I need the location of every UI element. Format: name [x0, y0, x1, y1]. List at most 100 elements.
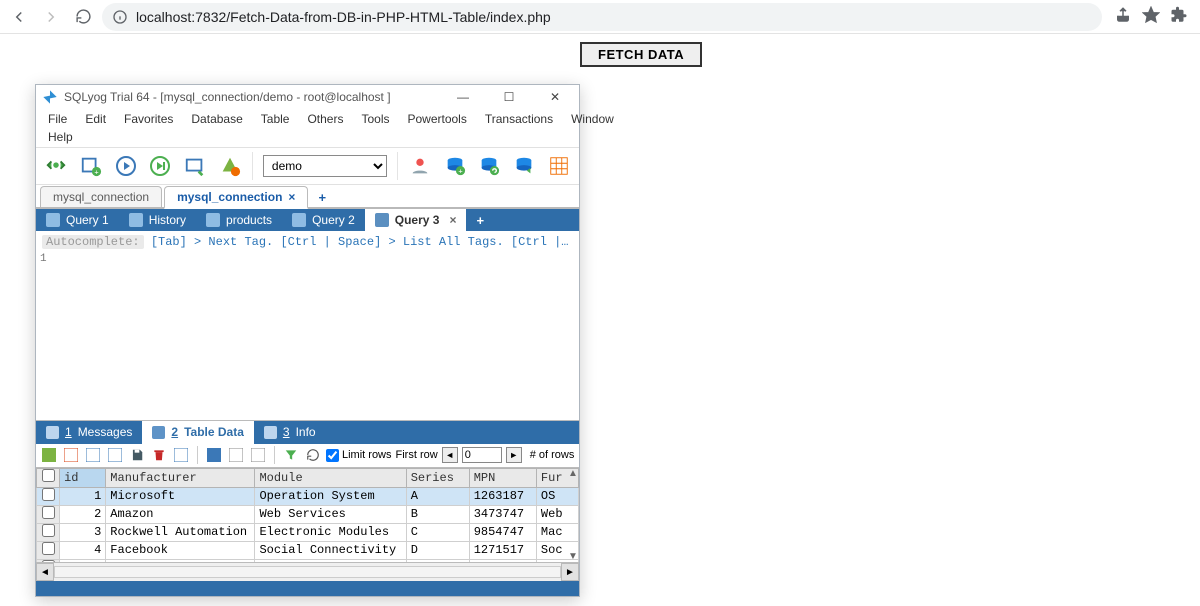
view-grid-icon[interactable]: [205, 446, 223, 464]
grid-tool-icon[interactable]: [40, 446, 58, 464]
table-row[interactable]: 1MicrosoftOperation SystemA1263187OS: [37, 487, 579, 505]
tab-icon: [129, 213, 143, 227]
sql-editor[interactable]: Autocomplete: [Tab] > Next Tag. [Ctrl | …: [36, 231, 579, 421]
query-tab[interactable]: Query 3×: [365, 209, 467, 231]
column-header[interactable]: MPN: [469, 468, 536, 487]
menubar-row2: Help: [36, 128, 579, 147]
hscroll-right-button[interactable]: ►: [561, 563, 579, 581]
autocomplete-hint: Autocomplete: [Tab] > Next Tag. [Ctrl | …: [36, 231, 579, 253]
close-icon[interactable]: ×: [288, 190, 295, 204]
result-tab[interactable]: 1 Messages: [36, 421, 142, 443]
menu-tools[interactable]: Tools: [353, 110, 397, 128]
result-tabs: 1 Messages2 Table Data3 Info: [36, 421, 579, 443]
svg-text:+: +: [94, 167, 98, 176]
row-checkbox[interactable]: [42, 560, 55, 564]
view-text-icon[interactable]: [249, 446, 267, 464]
add-query-tab-button[interactable]: +: [466, 213, 494, 228]
add-connection-button[interactable]: +: [310, 187, 334, 208]
tab-label: products: [226, 213, 272, 227]
tab-icon: [375, 213, 389, 227]
table-row[interactable]: 2AmazonWeb ServicesB3473747Web: [37, 505, 579, 523]
filter-icon[interactable]: [282, 446, 300, 464]
refresh-grid-icon[interactable]: [304, 446, 322, 464]
refresh-icon[interactable]: [183, 153, 208, 179]
extensions-icon[interactable]: [1170, 6, 1188, 27]
select-all-checkbox[interactable]: [42, 469, 55, 482]
result-grid[interactable]: idManufacturerModuleSeriesMPNFur1Microso…: [36, 468, 579, 564]
db-add-icon[interactable]: +: [442, 153, 467, 179]
connection-tab[interactable]: mysql_connection×: [164, 186, 308, 209]
view-form-icon[interactable]: [227, 446, 245, 464]
grid-icon[interactable]: [546, 153, 571, 179]
fetch-data-button[interactable]: FETCH DATA: [580, 42, 702, 67]
close-icon[interactable]: ×: [449, 213, 456, 227]
query-tab[interactable]: Query 1: [36, 209, 119, 231]
window-minimize-button[interactable]: —: [445, 90, 481, 104]
menu-file[interactable]: File: [40, 110, 75, 128]
db-sync-icon[interactable]: [512, 153, 537, 179]
column-header[interactable]: id: [60, 468, 106, 487]
site-info-icon[interactable]: [112, 9, 128, 25]
firstrow-input[interactable]: [462, 447, 502, 463]
url-bar[interactable]: localhost:7832/Fetch-Data-from-DB-in-PHP…: [102, 3, 1102, 31]
titlebar[interactable]: SQLyog Trial 64 - [mysql_connection/demo…: [36, 85, 579, 109]
menu-database[interactable]: Database: [183, 110, 250, 128]
new-tab-icon[interactable]: +: [79, 153, 104, 179]
query-tab[interactable]: products: [196, 209, 282, 231]
query-tab[interactable]: Query 2: [282, 209, 365, 231]
row-checkbox[interactable]: [42, 524, 55, 537]
column-header[interactable]: Series: [406, 468, 469, 487]
limit-rows-checkbox[interactable]: Limit rows: [326, 449, 392, 462]
tab-label: Query 2: [312, 213, 355, 227]
execute-query-icon[interactable]: [113, 153, 138, 179]
firstrow-next-button[interactable]: ►: [506, 447, 522, 463]
nav-forward-button[interactable]: [38, 4, 64, 30]
firstrow-prev-button[interactable]: ◄: [442, 447, 458, 463]
menu-others[interactable]: Others: [299, 110, 351, 128]
table-row[interactable]: 3Rockwell AutomationElectronic ModulesC9…: [37, 523, 579, 541]
tab-icon: [46, 426, 59, 439]
vertical-scrollbar[interactable]: ▲▼: [567, 468, 579, 563]
nav-reload-button[interactable]: [70, 4, 96, 30]
window-close-button[interactable]: ✕: [537, 90, 573, 104]
table-row[interactable]: 5GoogleSearch EngineE6372673Sea: [37, 559, 579, 563]
grid-tool-icon[interactable]: [106, 446, 124, 464]
table-row[interactable]: 4FacebookSocial ConnectivityD1271517Soc: [37, 541, 579, 559]
connection-tab[interactable]: mysql_connection: [40, 186, 162, 207]
result-tab[interactable]: 2 Table Data: [142, 421, 253, 443]
menubar: FileEditFavoritesDatabaseTableOthersTool…: [36, 109, 579, 128]
tab-icon: [264, 426, 277, 439]
menu-edit[interactable]: Edit: [77, 110, 114, 128]
nav-back-button[interactable]: [6, 4, 32, 30]
row-checkbox[interactable]: [42, 506, 55, 519]
export-icon[interactable]: [172, 446, 190, 464]
result-grid-wrap: idManufacturerModuleSeriesMPNFur1Microso…: [36, 468, 579, 564]
execute-all-icon[interactable]: [148, 153, 173, 179]
db-refresh-icon[interactable]: [477, 153, 502, 179]
row-checkbox[interactable]: [42, 488, 55, 501]
share-icon[interactable]: [1114, 6, 1132, 27]
hscroll-left-button[interactable]: ◄: [36, 563, 54, 581]
column-header[interactable]: Module: [255, 468, 406, 487]
menu-table[interactable]: Table: [253, 110, 298, 128]
column-header[interactable]: Manufacturer: [106, 468, 255, 487]
query-tab[interactable]: History: [119, 209, 196, 231]
user-icon[interactable]: [408, 153, 433, 179]
menu-transactions[interactable]: Transactions: [477, 110, 561, 128]
menu-powertools[interactable]: Powertools: [399, 110, 474, 128]
plug-connect-icon[interactable]: [44, 153, 69, 179]
grid-tool-icon[interactable]: [84, 446, 102, 464]
bookmark-star-icon[interactable]: [1142, 6, 1160, 27]
row-checkbox[interactable]: [42, 542, 55, 555]
delete-icon[interactable]: [150, 446, 168, 464]
save-icon[interactable]: [128, 446, 146, 464]
menu-window[interactable]: Window: [563, 110, 622, 128]
horizontal-scrollbar[interactable]: ◄ ►: [36, 563, 579, 581]
query-builder-icon[interactable]: [217, 153, 242, 179]
result-tab[interactable]: 3 Info: [254, 421, 326, 443]
window-maximize-button[interactable]: ☐: [491, 90, 527, 104]
grid-tool-icon[interactable]: [62, 446, 80, 464]
menu-favorites[interactable]: Favorites: [116, 110, 181, 128]
database-selector[interactable]: demo: [263, 155, 387, 177]
menu-help[interactable]: Help: [40, 128, 81, 146]
